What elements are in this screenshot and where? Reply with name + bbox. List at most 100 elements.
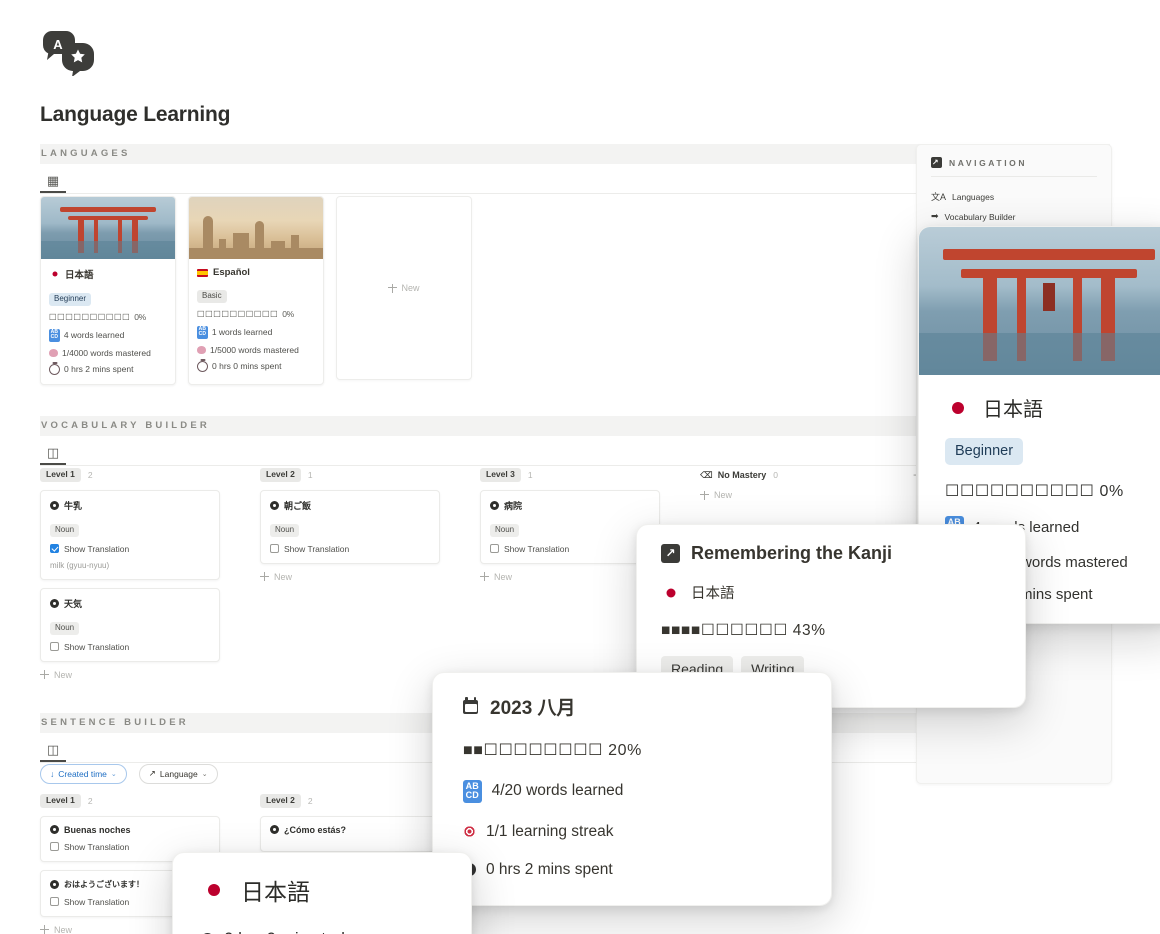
- add-card-label: New: [494, 571, 513, 582]
- sidebar-item-label: Vocabulary Builder: [944, 211, 1016, 222]
- vocab-card-title-row: 朝ご飯: [270, 499, 430, 512]
- vocab-card-title-row: 牛乳: [50, 499, 210, 512]
- language-name: Español: [213, 267, 250, 278]
- abcd-icon: ABCD: [197, 326, 208, 339]
- brain-icon: [49, 348, 58, 357]
- filter-created-time[interactable]: ↓ Created time ⌄: [40, 764, 127, 784]
- languages-icon: 文A: [931, 192, 947, 202]
- vocabulary-icon: ➡: [931, 211, 939, 221]
- column-count: 1: [527, 469, 533, 480]
- svg-text:A: A: [53, 37, 63, 52]
- vocab-card-title-row: 天気: [50, 597, 210, 610]
- spain-skyline-photo: [189, 197, 323, 259]
- language-card[interactable]: 日本語 Beginner ☐☐☐☐☐☐☐☐☐☐ 0% AB CD 4 words …: [40, 196, 176, 385]
- board-column: Level 2 1 朝ご飯 Noun Show Translation New: [260, 468, 440, 680]
- board-view-icon[interactable]: ◫: [40, 441, 66, 465]
- add-card-button[interactable]: New: [700, 490, 920, 500]
- sentence-filter-bar: ↓ Created time ⌄ ↗ Language ⌄: [40, 764, 218, 784]
- language-card[interactable]: Español Basic ☐☐☐☐☐☐☐☐☐☐ 0% AB CD 1 words…: [188, 196, 324, 385]
- jp-flag-icon: [661, 585, 680, 600]
- timer-icon: [197, 360, 208, 372]
- board-view-icon[interactable]: ◫: [40, 738, 66, 762]
- vocab-card[interactable]: 朝ご飯 Noun Show Translation: [260, 489, 440, 564]
- add-card-button[interactable]: New: [40, 670, 220, 680]
- column-title: No Mastery: [717, 470, 767, 480]
- words-mastered: 1/5000 words mastered: [210, 344, 299, 355]
- show-translation-label: Show Translation: [64, 841, 130, 852]
- language-name-row: 日本語: [49, 267, 167, 281]
- words-learned-row: AB CD 4 words learned: [49, 329, 167, 342]
- floating-month-card[interactable]: 2023 八月 ■■☐☐☐☐☐☐☐☐ 20% AB CD 4/20 words l…: [432, 672, 832, 906]
- brain-icon: [197, 345, 206, 354]
- column-title: Level 2: [260, 468, 301, 482]
- show-translation-row[interactable]: Show Translation: [490, 544, 650, 554]
- column-header: Level 1 2: [40, 468, 220, 482]
- add-card-label: New: [714, 490, 733, 500]
- month-streak-row: 1/1 learning streak: [463, 823, 801, 841]
- sentence-text: おはようございます！: [64, 879, 144, 889]
- navigation-title: NAVIGATION: [949, 157, 1028, 168]
- show-translation-row[interactable]: Show Translation: [50, 842, 210, 852]
- vocab-card[interactable]: 天気 Noun Show Translation: [40, 587, 220, 662]
- add-language-card[interactable]: New: [336, 196, 472, 380]
- timer-icon: [49, 363, 60, 375]
- part-of-speech-tag: Noun: [490, 523, 520, 537]
- page-title: Language Learning: [40, 103, 231, 126]
- jp-flag-icon: [49, 270, 60, 278]
- column-header: Level 2 1: [260, 468, 440, 482]
- column-count: 0: [773, 470, 778, 480]
- words-learned: 1 words learned: [211, 327, 273, 338]
- column-header: Level 2 2: [260, 794, 440, 808]
- sidebar-item-vocabulary-builder[interactable]: ➡ Vocabulary Builder: [931, 207, 1097, 226]
- vocab-word: 牛乳: [64, 500, 83, 511]
- add-language-label: New: [401, 283, 420, 293]
- time-spent: 0 hrs 2 mins spent: [64, 364, 134, 375]
- kanji-title: Remembering the Kanji: [691, 543, 893, 563]
- progress-squares: ■■☐☐☐☐☐☐☐☐: [463, 742, 604, 759]
- show-translation-row[interactable]: Show Translation: [50, 642, 210, 652]
- add-card-label: New: [54, 924, 73, 934]
- page-bullet-icon: [50, 500, 59, 510]
- japanese-today-title-row: 日本語: [201, 873, 443, 907]
- column-title: Level 1: [40, 794, 81, 808]
- vocab-card[interactable]: 病院 Noun Show Translation: [480, 489, 660, 564]
- vocab-card[interactable]: 牛乳 Noun Show Translation milk (gyuu-nyuu…: [40, 489, 220, 580]
- floating-japanese-today-card[interactable]: 日本語 0 hrs 0 mins today: [172, 852, 472, 934]
- japanese-today-title: 日本語: [241, 879, 310, 905]
- filter-language[interactable]: ↗ Language ⌄: [138, 764, 218, 784]
- progress-squares: ☐☐☐☐☐☐☐☐☐☐: [197, 309, 279, 319]
- show-translation-label: Show Translation: [504, 543, 570, 554]
- month-title: 2023 八月: [490, 698, 576, 719]
- show-translation-checkbox[interactable]: [270, 544, 279, 553]
- show-translation-checkbox[interactable]: [50, 544, 59, 553]
- sidebar-item-languages[interactable]: 文A Languages: [931, 186, 1097, 207]
- japanese-today-time-row: 0 hrs 0 mins today: [201, 929, 443, 934]
- sentence-card[interactable]: ¿Cómo estás?: [260, 815, 440, 852]
- floating-language-name: 日本語: [983, 399, 1043, 421]
- words-learned-row: AB CD 1 words learned: [197, 326, 315, 339]
- sentence-text: Buenas noches: [64, 824, 131, 835]
- es-flag-icon: [197, 268, 208, 277]
- show-translation-row[interactable]: Show Translation: [50, 544, 210, 554]
- show-translation-checkbox[interactable]: [50, 642, 59, 651]
- gallery-view-icon[interactable]: ▦: [40, 169, 66, 193]
- time-spent: 0 hrs 0 mins spent: [212, 361, 282, 372]
- language-name-row: Español: [197, 267, 315, 278]
- part-of-speech-tag: Noun: [50, 621, 80, 635]
- progress-percent: 0%: [134, 312, 146, 322]
- level-badge: Beginner: [49, 293, 92, 306]
- column-header: Level 3 1: [480, 468, 660, 482]
- show-translation-checkbox[interactable]: [490, 544, 499, 553]
- add-card-button[interactable]: New: [480, 572, 660, 582]
- show-translation-row[interactable]: Show Translation: [270, 544, 430, 554]
- show-translation-checkbox[interactable]: [50, 897, 59, 906]
- column-title: Level 1: [40, 468, 81, 482]
- column-count: 2: [87, 469, 93, 480]
- add-card-button[interactable]: New: [260, 572, 440, 582]
- column-header: ⌫ No Mastery 0 +: [700, 468, 920, 482]
- show-translation-label: Show Translation: [64, 896, 130, 907]
- plus-icon: [260, 572, 269, 581]
- show-translation-checkbox[interactable]: [50, 842, 59, 851]
- column-count: 1: [307, 469, 313, 480]
- sentence-card-title-row: Buenas noches: [50, 825, 210, 835]
